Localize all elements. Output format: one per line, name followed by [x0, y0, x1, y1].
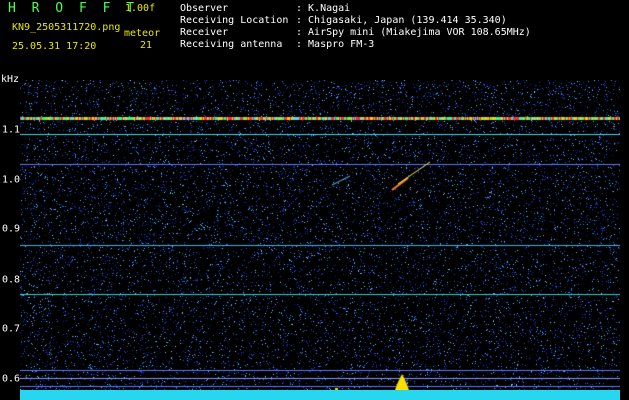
signal-level-bar — [20, 390, 620, 400]
app-title: H R O F F T — [8, 1, 139, 16]
location-key: Receiving Location — [180, 15, 289, 26]
app-version: 1.00f — [125, 3, 156, 14]
y-tick-label: 1.0 — [2, 174, 21, 186]
y-tick-label: 0.8 — [2, 274, 21, 286]
y-tick-label: 0.9 — [2, 223, 21, 235]
meteor-label: meteor — [124, 28, 161, 39]
y-axis-unit: kHz — [1, 74, 20, 85]
observer-value: : K.Nagai — [296, 3, 351, 14]
spectrogram-canvas — [20, 80, 620, 398]
y-tick-label: 1.1 — [2, 124, 21, 136]
receiver-value: : AirSpy mini (Miakejima VOR 108.65MHz) — [296, 27, 531, 38]
y-tick-label: 0.7 — [2, 323, 21, 335]
file-name: KN9_2505311720.png — [12, 22, 121, 33]
y-tick-label: 0.6 — [2, 373, 21, 385]
antenna-value: : Maspro FM-3 — [296, 39, 375, 50]
hrofft-window: H R O F F T 1.00f KN9_2505311720.png 25.… — [0, 0, 629, 400]
observer-key: Observer — [180, 3, 229, 14]
location-value: : Chigasaki, Japan (139.414 35.340) — [296, 15, 507, 26]
antenna-key: Receiving antenna — [180, 39, 283, 50]
receiver-key: Receiver — [180, 27, 229, 38]
timestamp: 25.05.31 17:20 — [12, 41, 97, 52]
meteor-count: 21 — [140, 40, 153, 51]
spectrogram-area — [20, 80, 620, 398]
